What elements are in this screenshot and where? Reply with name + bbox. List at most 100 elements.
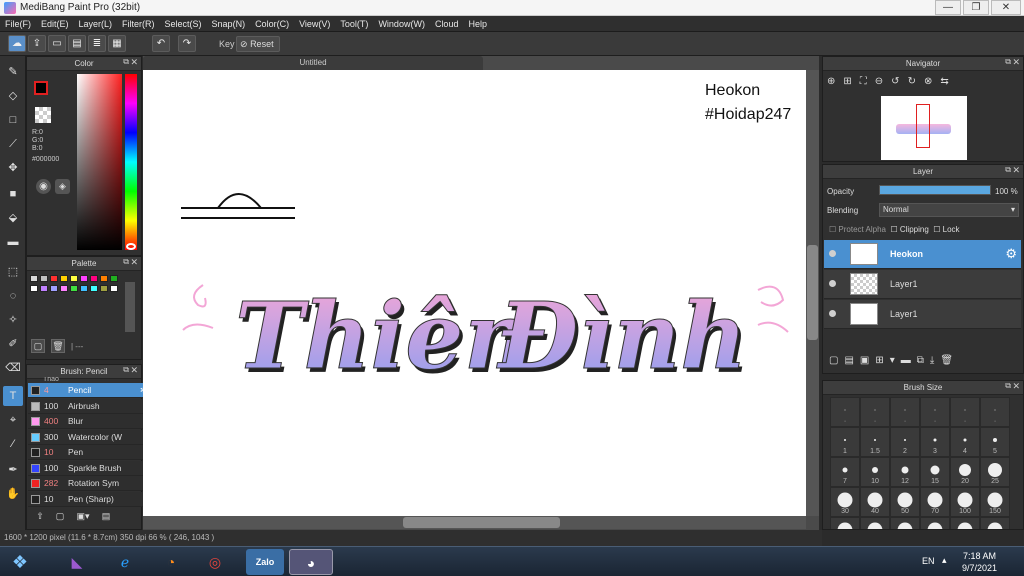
duplicate-icon[interactable]: ⧉ xyxy=(917,355,930,366)
primary-color-swatch[interactable] xyxy=(34,81,48,95)
palette-swatch[interactable] xyxy=(100,275,108,282)
brush-item[interactable]: 400 Blur xyxy=(28,414,149,429)
float-icon[interactable]: ⧉ xyxy=(1005,57,1011,67)
brush-item[interactable]: 10 Pen xyxy=(28,445,149,460)
menu-filter[interactable]: Filter(R) xyxy=(117,16,160,32)
menu-color[interactable]: Color(C) xyxy=(250,16,294,32)
eyedropper-tool-icon[interactable]: ⁄ xyxy=(3,434,23,454)
close-icon[interactable]: ✕ xyxy=(1012,381,1020,392)
clipping-checkbox[interactable]: ☐ xyxy=(890,225,897,234)
float-icon[interactable]: ⧉ xyxy=(123,57,129,67)
navigator-viewport-box[interactable] xyxy=(916,104,930,148)
menu-file[interactable]: File(F) xyxy=(0,16,36,32)
zoom-out-icon[interactable]: ⊖ xyxy=(875,76,891,87)
brush-size-option[interactable]: 1 xyxy=(830,427,860,457)
brush-size-option[interactable]: 40 xyxy=(860,487,890,517)
close-icon[interactable]: ✕ xyxy=(1012,165,1020,176)
folder-icon[interactable]: ▬ xyxy=(901,355,917,366)
chrome-icon[interactable]: ◎ xyxy=(198,549,232,575)
brush-size-option[interactable]: · xyxy=(950,397,980,427)
clock[interactable]: 7:18 AM 9/7/2021 xyxy=(962,550,997,574)
reset-button[interactable]: ⊘ Reset xyxy=(236,36,280,52)
redo-button[interactable]: ↷ xyxy=(178,35,196,52)
minimize-button[interactable]: — xyxy=(935,0,961,15)
brush-size-option[interactable]: 20 xyxy=(950,457,980,487)
language-indicator[interactable]: EN xyxy=(922,556,935,566)
palette-swatch[interactable] xyxy=(110,275,118,282)
trash-icon[interactable]: 🗑 xyxy=(940,355,959,366)
visibility-icon[interactable] xyxy=(829,250,836,257)
brush-item[interactable]: 10 Pen (Sharp) xyxy=(28,491,149,507)
menu-snap[interactable]: Snap(N) xyxy=(207,16,251,32)
trash-icon[interactable]: 🗑 xyxy=(51,339,65,353)
brush-item[interactable]: 100 Sparkle Brush xyxy=(28,460,149,476)
zoom-in-icon[interactable]: ⊕ xyxy=(827,76,843,87)
merge-icon[interactable]: ⤓ xyxy=(930,355,940,366)
palette-swatch[interactable] xyxy=(90,285,98,292)
close-button[interactable]: ✕ xyxy=(991,0,1021,15)
fit-window-icon[interactable]: ⛶ xyxy=(860,76,875,87)
visual-studio-icon[interactable]: ◣ xyxy=(60,549,94,575)
float-icon[interactable]: ⧉ xyxy=(123,257,129,267)
cloud-icon[interactable]: ☁ xyxy=(8,35,26,52)
brush-size-option[interactable]: 100 xyxy=(950,487,980,517)
brush-size-option[interactable]: 4 xyxy=(950,427,980,457)
color-wheel-icon[interactable]: ◉ xyxy=(36,179,51,194)
brush-size-option[interactable]: · xyxy=(980,397,1010,427)
vertical-scroll-thumb[interactable] xyxy=(807,245,818,340)
palette-swatch[interactable] xyxy=(70,275,78,282)
operation-tool-icon[interactable]: ⌖ xyxy=(3,410,23,430)
brush-size-option[interactable]: 12 xyxy=(890,457,920,487)
document-tab[interactable]: Untitled xyxy=(143,56,483,70)
hue-slider[interactable] xyxy=(125,74,137,250)
close-icon[interactable]: ✕ xyxy=(130,57,138,68)
menu-window[interactable]: Window(W) xyxy=(373,16,430,32)
brush-size-option[interactable]: 10 xyxy=(860,457,890,487)
menu-cloud[interactable]: Cloud xyxy=(430,16,464,32)
drawing-canvas[interactable]: Heokon #Hoidap247 Thiên Thiên Đình Đình xyxy=(143,70,806,516)
hue-handle[interactable] xyxy=(126,243,136,250)
palette-swatch[interactable] xyxy=(80,275,88,282)
comment-icon[interactable]: ▭ xyxy=(48,35,66,52)
reset-view-icon[interactable]: ⊗ xyxy=(924,76,940,87)
layer-row-layer1-b[interactable]: Layer1 xyxy=(824,300,1021,329)
share-icon[interactable]: ⇪ xyxy=(28,35,46,52)
brush-size-option[interactable] xyxy=(920,517,950,529)
brush-size-option[interactable]: · xyxy=(860,397,890,427)
palette-swatch[interactable] xyxy=(100,285,108,292)
menu-tool[interactable]: Tool(T) xyxy=(335,16,373,32)
new-8bit-layer-icon[interactable]: ▣ xyxy=(860,355,875,366)
protect-alpha-checkbox[interactable]: ☐ xyxy=(829,225,836,234)
opacity-slider[interactable] xyxy=(879,185,991,195)
medibang-taskbar-icon[interactable]: ◕ xyxy=(289,549,333,575)
brush-settings-icon[interactable]: ▤ xyxy=(99,511,113,525)
brush-size-option[interactable]: 7 xyxy=(830,457,860,487)
brush-size-option[interactable]: 15 xyxy=(920,457,950,487)
palette-swatch[interactable] xyxy=(70,285,78,292)
palette-scrollbar[interactable] xyxy=(125,282,135,332)
flip-icon[interactable]: ⇆ xyxy=(940,76,956,87)
restore-button[interactable]: ❐ xyxy=(963,0,989,15)
brush-size-option[interactable]: · xyxy=(890,397,920,427)
palette-swatch[interactable] xyxy=(60,275,68,282)
visibility-icon[interactable] xyxy=(829,280,836,287)
text-tool-icon[interactable]: T xyxy=(3,386,23,406)
bucket-tool-icon[interactable]: ⬙ xyxy=(3,208,23,228)
magic-wand-icon[interactable]: ✧ xyxy=(3,310,23,330)
rect-tool-icon[interactable]: □ xyxy=(3,110,23,130)
brush-size-option[interactable] xyxy=(890,517,920,529)
brush-item[interactable]: 282 Rotation Sym xyxy=(28,476,149,491)
palette-swatch[interactable] xyxy=(50,285,58,292)
lasso-brush-icon[interactable]: ⟋ xyxy=(3,134,23,154)
close-icon[interactable]: ✕ xyxy=(130,365,138,376)
gradient-tool-icon[interactable]: ▬ xyxy=(3,232,23,252)
new-halftone-layer-icon[interactable]: ▤ xyxy=(844,355,859,366)
new-layer-icon[interactable]: ▢ xyxy=(829,355,844,366)
brush-size-option[interactable] xyxy=(980,517,1010,529)
close-icon[interactable]: ✕ xyxy=(130,257,138,268)
palette-swatch[interactable] xyxy=(40,285,48,292)
palette-swatch[interactable] xyxy=(50,275,58,282)
palette-swatch[interactable] xyxy=(30,275,38,282)
lock-checkbox[interactable]: ☐ xyxy=(933,225,940,234)
brush-size-option[interactable]: 25 xyxy=(980,457,1010,487)
